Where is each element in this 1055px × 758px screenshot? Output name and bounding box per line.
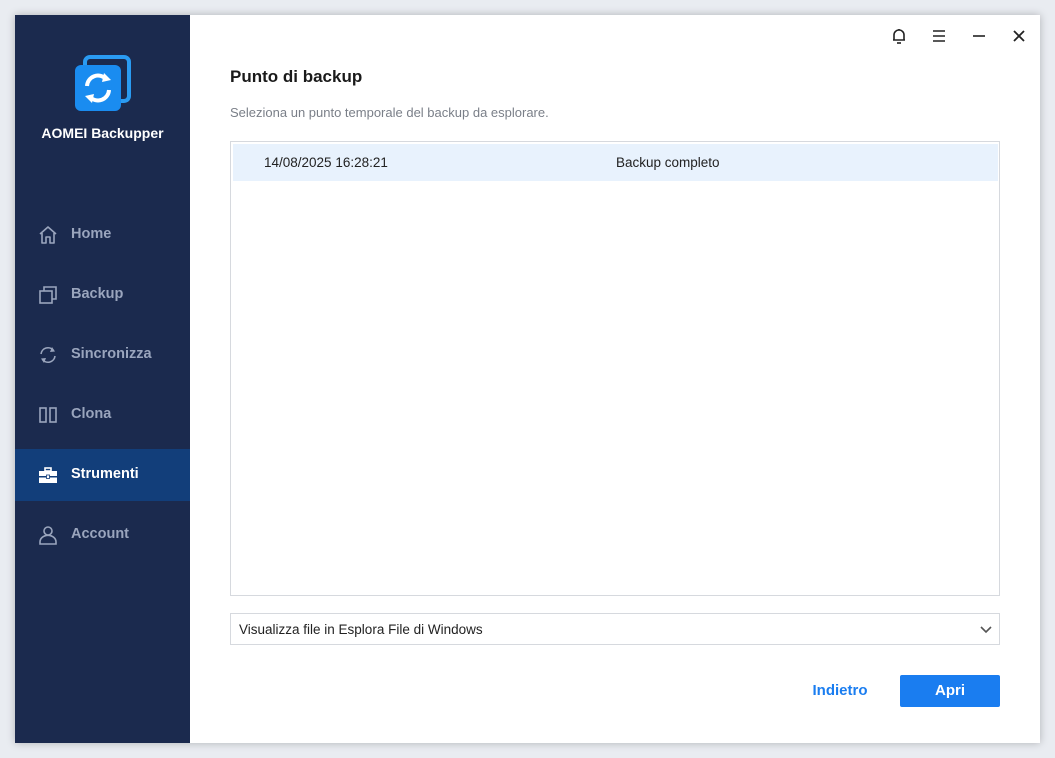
sidebar-item-label: Clona xyxy=(71,406,112,422)
app-logo-icon xyxy=(73,55,131,113)
menu-icon[interactable] xyxy=(928,25,950,47)
app-name: AOMEI Backupper xyxy=(41,125,164,141)
open-button[interactable]: Apri xyxy=(900,675,1000,707)
app-window: AOMEI Backupper Home Backup Sincronizza … xyxy=(15,15,1040,743)
backup-point-list: 14/08/2025 16:28:21 Backup completo xyxy=(230,141,1000,596)
close-icon[interactable] xyxy=(1008,25,1030,47)
sidebar-item-label: Account xyxy=(71,526,129,542)
sidebar-item-label: Sincronizza xyxy=(71,346,152,362)
chevron-down-icon xyxy=(979,622,993,636)
backup-point-date: 14/08/2025 16:28:21 xyxy=(264,155,388,170)
sidebar-item-home[interactable]: Home xyxy=(15,209,190,261)
sidebar-item-backup[interactable]: Backup xyxy=(15,269,190,321)
view-mode-value: Visualizza file in Esplora File di Windo… xyxy=(239,622,483,637)
backup-point-row[interactable]: 14/08/2025 16:28:21 Backup completo xyxy=(233,144,998,181)
toolbox-icon xyxy=(38,465,58,485)
page-subtitle: Seleziona un punto temporale del backup … xyxy=(230,105,549,120)
sidebar: AOMEI Backupper Home Backup Sincronizza … xyxy=(15,15,190,743)
clone-icon xyxy=(38,405,58,425)
sidebar-item-label: Backup xyxy=(71,286,124,302)
bell-icon[interactable] xyxy=(888,25,910,47)
sidebar-item-tools[interactable]: Strumenti xyxy=(15,449,190,501)
back-button[interactable]: Indietro xyxy=(790,675,890,707)
backup-point-type: Backup completo xyxy=(616,155,720,170)
sidebar-item-account[interactable]: Account xyxy=(15,509,190,561)
sidebar-item-label: Home xyxy=(71,226,112,242)
view-mode-select[interactable]: Visualizza file in Esplora File di Windo… xyxy=(230,613,1000,645)
user-icon xyxy=(38,525,58,545)
backup-icon xyxy=(38,285,58,305)
home-icon xyxy=(38,225,58,245)
sidebar-item-sync[interactable]: Sincronizza xyxy=(15,329,190,381)
minimize-icon[interactable] xyxy=(968,25,990,47)
sync-icon xyxy=(38,345,58,365)
sidebar-item-clone[interactable]: Clona xyxy=(15,389,190,441)
sidebar-item-label: Strumenti xyxy=(71,466,139,482)
page-title: Punto di backup xyxy=(230,67,363,86)
